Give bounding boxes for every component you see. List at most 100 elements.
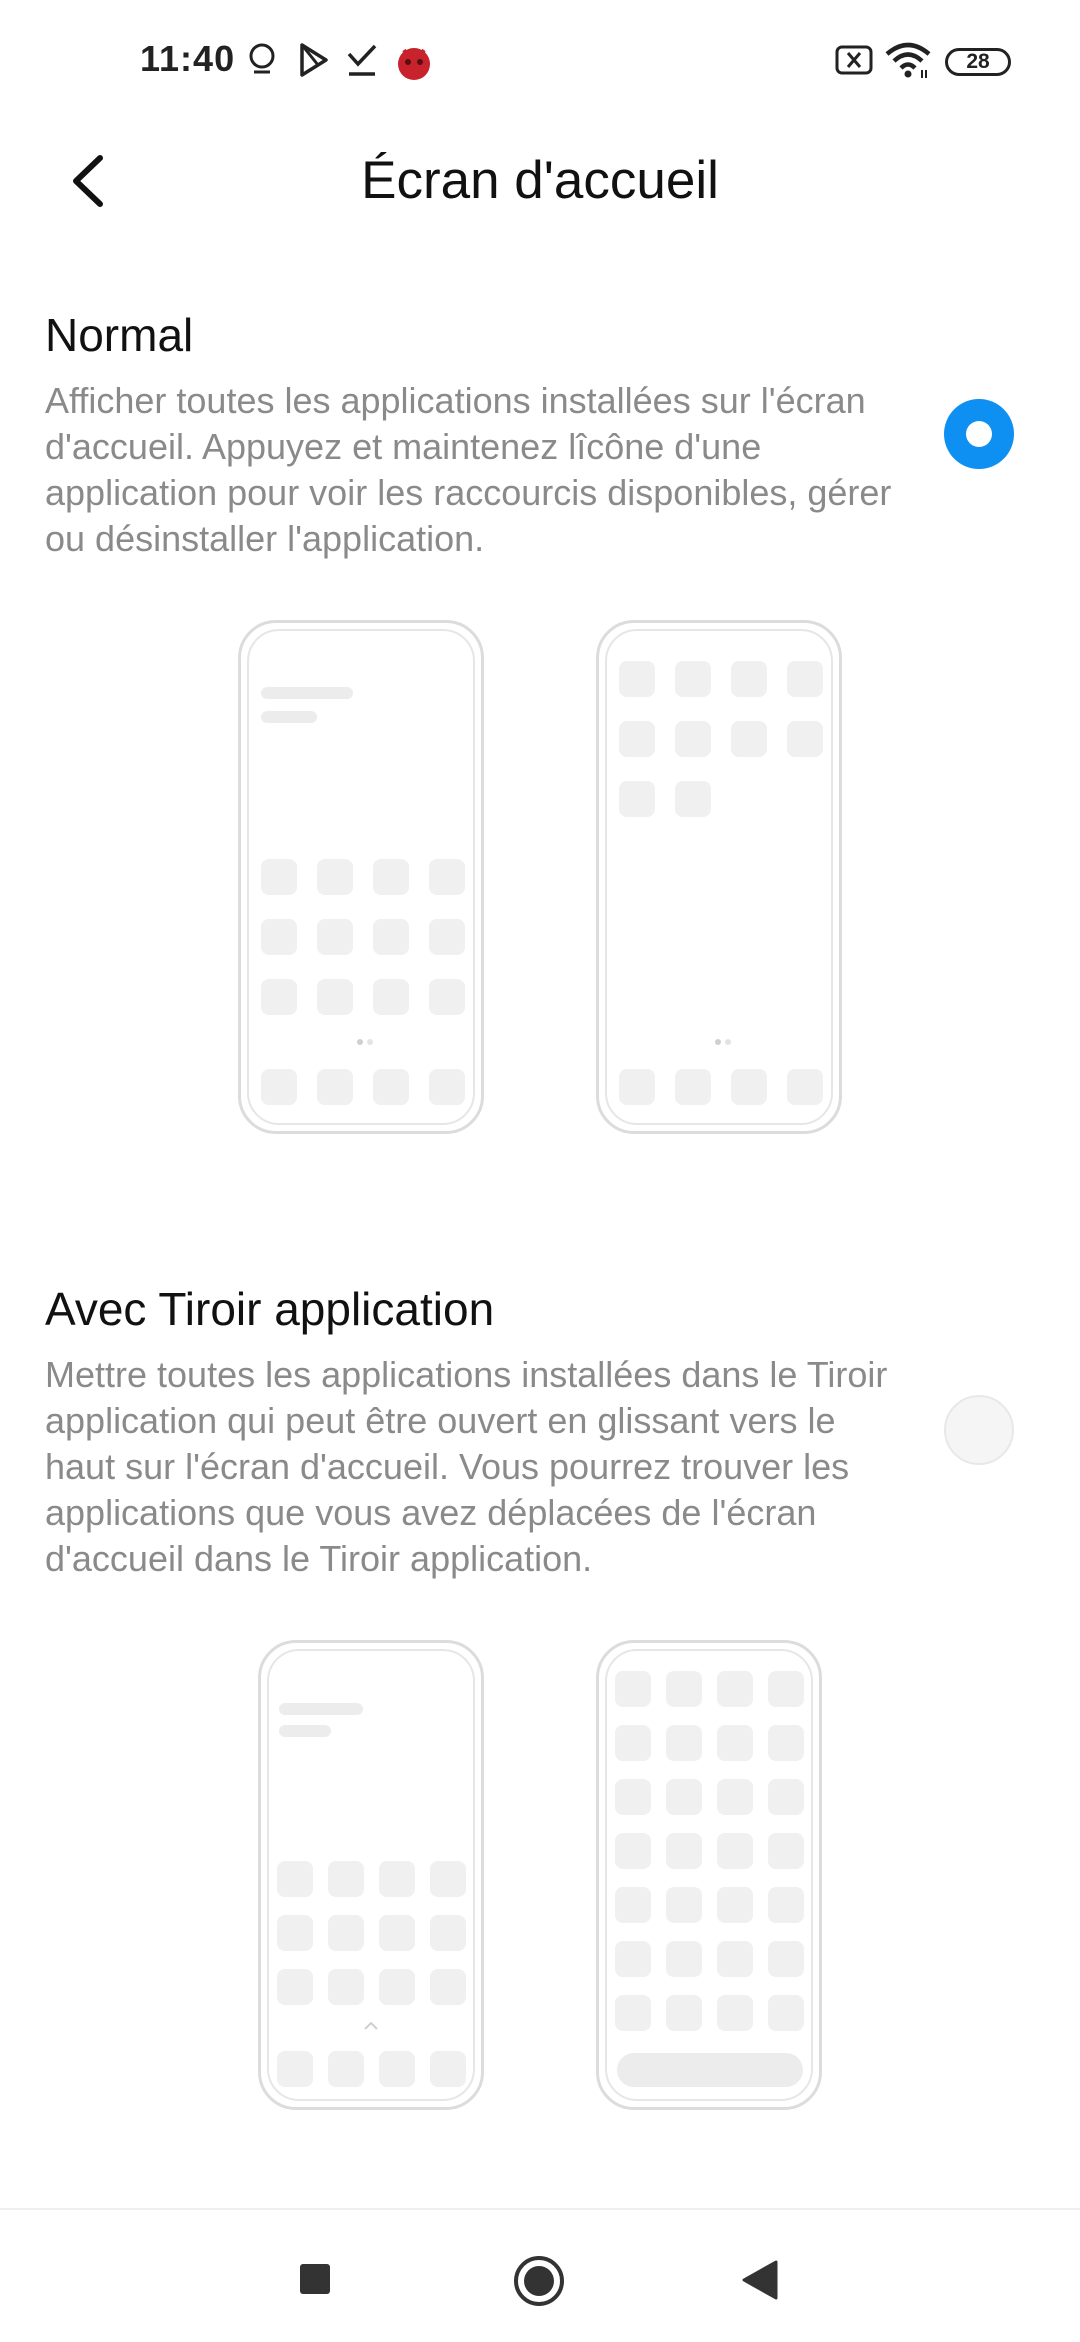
mockup-app-icon	[373, 859, 409, 895]
home-circle-icon[interactable]	[512, 2254, 566, 2308]
option-normal-title[interactable]: Normal	[45, 308, 193, 362]
option-normal-description: Afficher toutes les applications install…	[45, 380, 892, 559]
mockup-app-icon	[731, 661, 767, 697]
mockup-app-icon	[261, 979, 297, 1015]
option-app-drawer-description: Mettre toutes les applications installée…	[45, 1354, 888, 1579]
mockup-app-icon	[317, 859, 353, 895]
mockup-app-icon	[675, 1069, 711, 1105]
mockup-app-icon	[379, 2051, 415, 2087]
mockup-app-icon	[328, 2051, 364, 2087]
mockup-app-icon	[768, 1833, 804, 1869]
option-normal-radio[interactable]	[944, 399, 1014, 469]
mockup-app-icon	[666, 1725, 702, 1761]
mockup-app-icon	[768, 1725, 804, 1761]
page-indicator-dot	[367, 1039, 373, 1045]
antutu-app-icon	[398, 48, 430, 80]
mockup-app-icon	[317, 919, 353, 955]
mockup-app-icon	[379, 1915, 415, 1951]
mockup-app-icon	[666, 1887, 702, 1923]
mockup-app-icon	[675, 661, 711, 697]
mockup-app-icon	[768, 1779, 804, 1815]
page-indicator-dot	[715, 1039, 721, 1045]
navigation-bar	[0, 2208, 1080, 2342]
mockup-app-icon	[615, 1779, 651, 1815]
mockup-app-icon	[277, 2051, 313, 2087]
status-time: 11:40	[140, 38, 236, 79]
mockup-app-icon	[379, 1861, 415, 1897]
mockup-app-icon	[717, 1779, 753, 1815]
mockup-app-icon	[619, 721, 655, 757]
mockup-app-icon	[430, 2051, 466, 2087]
mockup-app-icon	[717, 1887, 753, 1923]
option-app-drawer-radio[interactable]	[944, 1395, 1014, 1465]
drawer-preview-homescreen	[258, 1640, 484, 2110]
mockup-app-icon	[768, 1941, 804, 1977]
mockup-app-icon	[717, 1941, 753, 1977]
mockup-app-icon	[277, 1969, 313, 2005]
download-done-icon	[347, 44, 377, 76]
mockup-app-icon	[619, 781, 655, 817]
mockup-app-icon	[373, 979, 409, 1015]
mockup-app-icon	[277, 1915, 313, 1951]
mockup-app-icon	[787, 661, 823, 697]
mockup-app-icon	[731, 1069, 767, 1105]
mockup-app-icon	[615, 1941, 651, 1977]
drawer-preview-app-drawer	[596, 1640, 822, 2110]
back-triangle-icon[interactable]	[740, 2258, 780, 2302]
mockup-app-icon	[379, 1969, 415, 2005]
mockup-app-icon	[430, 1969, 466, 2005]
mockup-app-icon	[373, 919, 409, 955]
mockup-app-icon	[768, 1995, 804, 2031]
mockup-app-icon	[615, 1671, 651, 1707]
play-store-icon	[300, 43, 328, 77]
swipe-up-caret-icon	[364, 2021, 378, 2030]
mockup-app-icon	[717, 1833, 753, 1869]
mockup-app-icon	[277, 1861, 313, 1897]
mockup-app-icon	[317, 979, 353, 1015]
mockup-app-icon	[317, 1069, 353, 1105]
mockup-app-icon	[717, 1725, 753, 1761]
mockup-app-icon	[666, 1995, 702, 2031]
page-title: Écran d'accueil	[361, 151, 719, 210]
no-sim-icon	[835, 45, 873, 75]
mockup-app-icon	[731, 721, 767, 757]
option-app-drawer-title[interactable]: Avec Tiroir application	[45, 1282, 494, 1336]
mockup-app-icon	[666, 1779, 702, 1815]
mockup-app-icon	[261, 919, 297, 955]
mockup-app-icon	[675, 721, 711, 757]
wifi-icon	[885, 42, 931, 78]
mockup-app-icon	[615, 1725, 651, 1761]
mockup-app-icon	[666, 1833, 702, 1869]
mockup-app-icon	[717, 1995, 753, 2031]
mockup-app-icon	[261, 859, 297, 895]
mockup-app-icon	[619, 1069, 655, 1105]
mockup-app-icon	[675, 781, 711, 817]
mockup-app-icon	[429, 1069, 465, 1105]
battery-indicator: 28	[945, 48, 1011, 76]
mockup-app-icon	[615, 1887, 651, 1923]
mockup-app-icon	[429, 859, 465, 895]
mockup-app-icon	[328, 1915, 364, 1951]
mockup-app-icon	[666, 1941, 702, 1977]
mockup-app-icon	[717, 1671, 753, 1707]
mockup-app-icon	[373, 1069, 409, 1105]
mockup-app-icon	[261, 1069, 297, 1105]
page-indicator-dot	[357, 1039, 363, 1045]
location-pin-icon	[249, 43, 275, 74]
mockup-app-icon	[768, 1671, 804, 1707]
mockup-app-icon	[768, 1887, 804, 1923]
mockup-app-icon	[615, 1995, 651, 2031]
status-bar: 11:40 28	[0, 0, 1080, 120]
normal-preview-homescreen	[238, 620, 484, 1134]
recents-square-icon[interactable]	[298, 2262, 332, 2296]
mockup-app-icon	[429, 919, 465, 955]
mockup-app-icon	[787, 721, 823, 757]
mockup-app-icon	[619, 661, 655, 697]
mockup-app-icon	[328, 1861, 364, 1897]
mockup-app-icon	[666, 1671, 702, 1707]
mockup-app-icon	[430, 1861, 466, 1897]
mockup-app-icon	[615, 1833, 651, 1869]
mockup-app-icon	[430, 1915, 466, 1951]
mockup-app-icon	[787, 1069, 823, 1105]
mockup-app-icon	[429, 979, 465, 1015]
